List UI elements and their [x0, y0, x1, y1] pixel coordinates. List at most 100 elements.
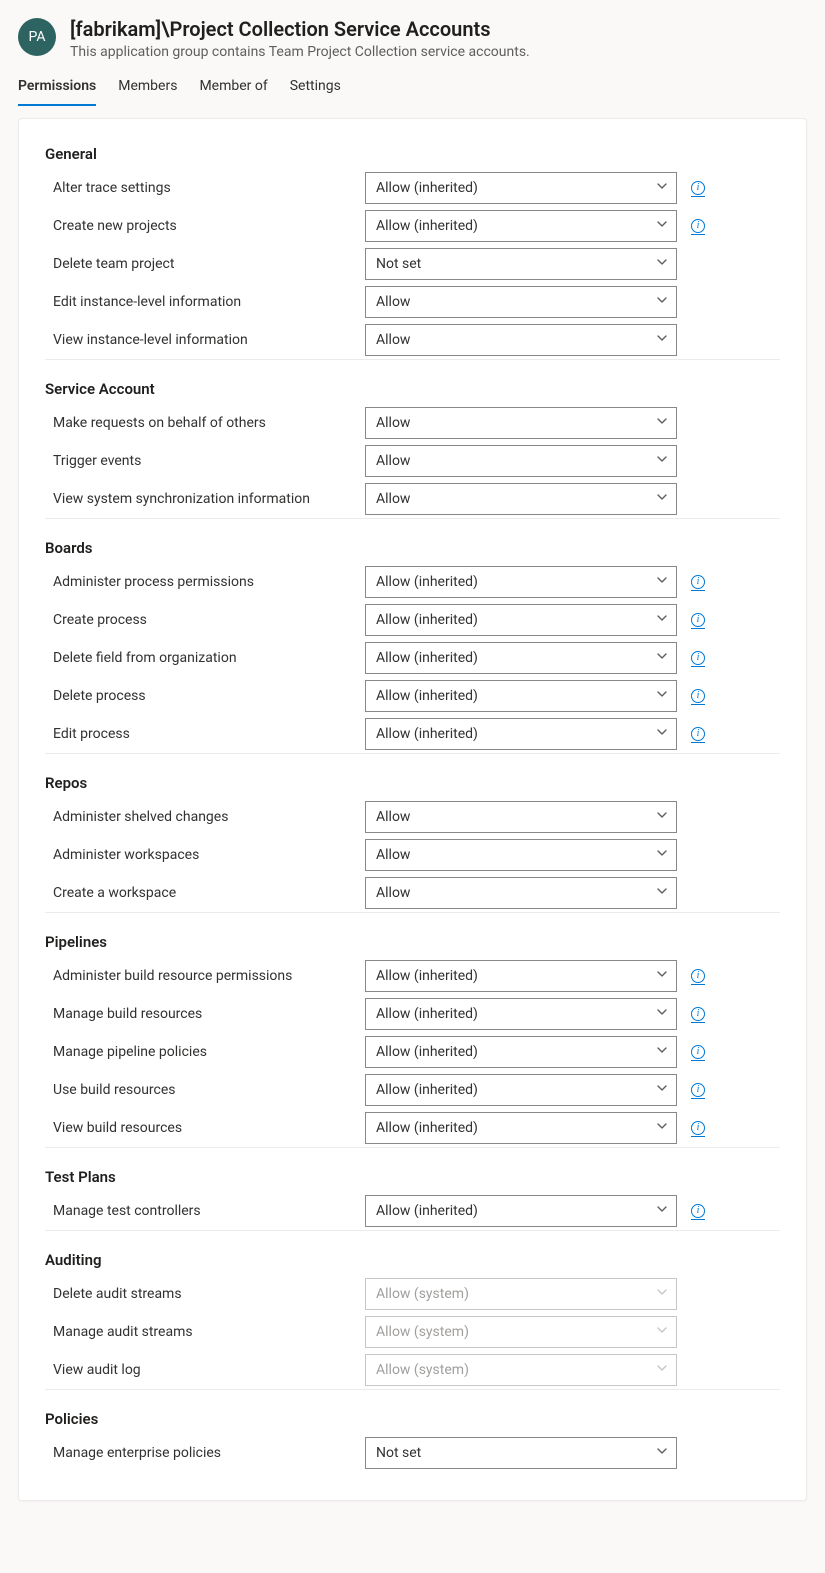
permission-select-wrap: Not set	[365, 1437, 677, 1469]
permission-select[interactable]: Allow	[365, 286, 677, 318]
permission-select-wrap: Allow (inherited)	[365, 1074, 677, 1106]
info-icon[interactable]: i	[691, 181, 705, 195]
chevron-down-icon	[656, 847, 668, 863]
permission-row-edit-instance-level-information: Edit instance-level informationAllow	[45, 283, 780, 321]
chevron-down-icon	[656, 1120, 668, 1136]
tab-members[interactable]: Members	[118, 78, 177, 106]
info-icon[interactable]: i	[691, 1045, 705, 1059]
info-cell: i	[683, 575, 713, 589]
permission-select[interactable]: Allow	[365, 801, 677, 833]
chevron-down-icon	[656, 1203, 668, 1219]
section-rows: Make requests on behalf of othersAllowTr…	[45, 404, 780, 519]
permission-label: Delete process	[45, 688, 365, 704]
permission-value: Allow (inherited)	[376, 1203, 478, 1219]
permission-row-delete-process: Delete processAllow (inherited) i	[45, 677, 780, 715]
permission-select[interactable]: Allow	[365, 483, 677, 515]
info-cell: i	[683, 969, 713, 983]
permission-value: Not set	[376, 256, 421, 272]
info-icon[interactable]: i	[691, 575, 705, 589]
info-cell: i	[683, 1204, 713, 1218]
permission-select[interactable]: Allow	[365, 839, 677, 871]
permission-select[interactable]: Allow (inherited)	[365, 960, 677, 992]
permission-select[interactable]: Allow (inherited)	[365, 1074, 677, 1106]
chevron-down-icon	[656, 650, 668, 666]
info-icon[interactable]: i	[691, 1204, 705, 1218]
permission-value: Allow (inherited)	[376, 1006, 478, 1022]
permission-select[interactable]: Allow (inherited)	[365, 172, 677, 204]
permission-select: Allow (system)	[365, 1354, 677, 1386]
tab-member-of[interactable]: Member of	[199, 78, 267, 106]
chevron-down-icon	[656, 612, 668, 628]
permission-label: Administer workspaces	[45, 847, 365, 863]
permission-row-delete-team-project: Delete team projectNot set	[45, 245, 780, 283]
page-title: [fabrikam]\Project Collection Service Ac…	[70, 16, 807, 42]
chevron-down-icon	[656, 809, 668, 825]
permission-select[interactable]: Allow (inherited)	[365, 998, 677, 1030]
permission-select[interactable]: Not set	[365, 1437, 677, 1469]
permission-value: Allow	[376, 809, 410, 825]
info-cell: i	[683, 219, 713, 233]
info-icon[interactable]: i	[691, 1121, 705, 1135]
tab-settings[interactable]: Settings	[290, 78, 341, 106]
permission-select[interactable]: Allow (inherited)	[365, 1112, 677, 1144]
info-icon[interactable]: i	[691, 969, 705, 983]
permission-value: Allow (inherited)	[376, 1120, 478, 1136]
tab-permissions[interactable]: Permissions	[18, 78, 96, 106]
chevron-down-icon	[656, 726, 668, 742]
permission-select-wrap: Allow (system)	[365, 1316, 677, 1348]
permission-label: Administer shelved changes	[45, 809, 365, 825]
permission-row-create-new-projects: Create new projectsAllow (inherited)i	[45, 207, 780, 245]
permission-row-view-system-synchronization-information: View system synchronization informationA…	[45, 480, 780, 518]
chevron-down-icon	[656, 294, 668, 310]
permission-select[interactable]: Allow (inherited)	[365, 210, 677, 242]
permission-select[interactable]: Allow (inherited)	[365, 642, 677, 674]
permission-value: Allow (inherited)	[376, 968, 478, 984]
chevron-down-icon	[656, 1006, 668, 1022]
permission-select[interactable]: Allow (inherited)	[365, 680, 677, 712]
page-subtitle: This application group contains Team Pro…	[70, 44, 807, 60]
chevron-down-icon	[656, 688, 668, 704]
info-icon[interactable]: i	[691, 219, 705, 233]
section-title: Auditing	[45, 1251, 780, 1269]
section-test-plans: Test PlansManage test controllersAllow (…	[45, 1162, 780, 1231]
permission-select-wrap: Allow (inherited)	[365, 642, 677, 674]
permission-value: Allow (inherited)	[376, 1044, 478, 1060]
permission-select[interactable]: Allow	[365, 407, 677, 439]
permission-select[interactable]: Allow (inherited)	[365, 718, 677, 750]
permission-select[interactable]: Allow (inherited)	[365, 604, 677, 636]
page-header: PA [fabrikam]\Project Collection Service…	[0, 0, 825, 64]
permission-label: Alter trace settings	[45, 180, 365, 196]
info-icon[interactable]: i	[691, 651, 705, 665]
section-rows: Alter trace settingsAllow (inherited)iCr…	[45, 169, 780, 360]
permission-select-wrap: Allow (inherited)	[365, 1195, 677, 1227]
permission-select[interactable]: Allow	[365, 445, 677, 477]
permission-select[interactable]: Allow	[365, 324, 677, 356]
section-rows: Manage enterprise policiesNot set	[45, 1434, 780, 1472]
permission-select-wrap: Allow	[365, 445, 677, 477]
permission-value: Allow	[376, 453, 410, 469]
chevron-down-icon	[656, 218, 668, 234]
permission-select-wrap: Allow (inherited)	[365, 1112, 677, 1144]
permission-label: Delete audit streams	[45, 1286, 365, 1302]
permission-select[interactable]: Allow (inherited)	[365, 1036, 677, 1068]
permission-row-view-instance-level-information: View instance-level informationAllow	[45, 321, 780, 359]
permission-row-alter-trace-settings: Alter trace settingsAllow (inherited) i	[45, 169, 780, 207]
permission-select[interactable]: Allow (inherited)	[365, 566, 677, 598]
chevron-down-icon	[656, 1286, 668, 1302]
info-icon[interactable]: i	[691, 1007, 705, 1021]
permission-select-wrap: Allow	[365, 286, 677, 318]
permission-label: Manage build resources	[45, 1006, 365, 1022]
info-icon[interactable]: i	[691, 613, 705, 627]
permission-select[interactable]: Allow (inherited)	[365, 1195, 677, 1227]
permission-row-manage-pipeline-policies: Manage pipeline policiesAllow (inherited…	[45, 1033, 780, 1071]
info-icon[interactable]: i	[691, 727, 705, 741]
permission-row-delete-field-from-organization: Delete field from organizationAllow (inh…	[45, 639, 780, 677]
permission-value: Allow	[376, 885, 410, 901]
permission-select[interactable]: Allow	[365, 877, 677, 909]
info-cell: i	[683, 1121, 713, 1135]
permission-select-wrap: Allow	[365, 324, 677, 356]
info-icon[interactable]: i	[691, 1083, 705, 1097]
permission-select[interactable]: Not set	[365, 248, 677, 280]
info-icon[interactable]: i	[691, 689, 705, 703]
permission-select-wrap: Allow (inherited)	[365, 604, 677, 636]
